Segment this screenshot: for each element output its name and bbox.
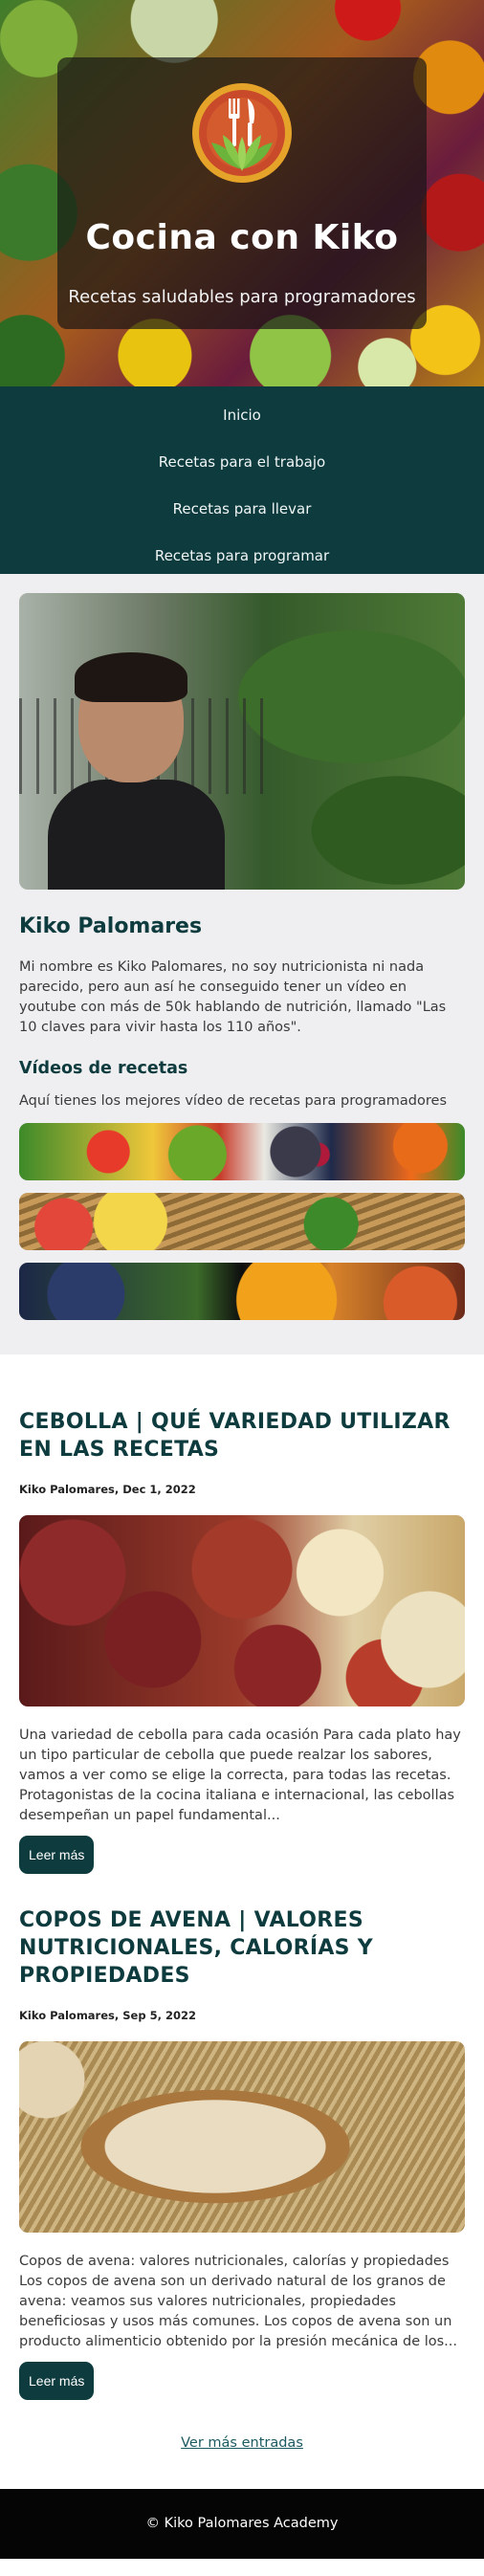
post-excerpt: Una variedad de cebolla para cada ocasió… xyxy=(19,1728,461,1823)
more-entries-link[interactable]: Ver más entradas xyxy=(181,2435,303,2451)
site-title: Cocina con Kiko xyxy=(85,218,399,257)
post-image[interactable] xyxy=(19,2041,465,2233)
nav-item-recetas-programar[interactable]: Recetas para programar xyxy=(0,533,484,580)
hero-banner: Cocina con Kiko Recetas saludables para … xyxy=(0,0,484,386)
main-nav: Inicio Recetas para el trabajo Recetas p… xyxy=(0,386,484,574)
video-thumbnail[interactable] xyxy=(19,1193,465,1250)
post-title[interactable]: CEBOLLA | QUÉ VARIEDAD UTILIZAR EN LAS R… xyxy=(19,1408,465,1464)
hero-card: Cocina con Kiko Recetas saludables para … xyxy=(57,57,427,329)
fork-knife-leaf-logo xyxy=(192,83,292,183)
video-thumbnail[interactable] xyxy=(19,1263,465,1320)
author-name: Kiko Palomares xyxy=(19,914,203,938)
read-more-button[interactable]: Leer más xyxy=(19,2362,95,2400)
about-section: Kiko Palomares Mi nombre es Kiko Palomar… xyxy=(0,574,484,1354)
nav-item-inicio[interactable]: Inicio xyxy=(0,392,484,439)
footer-copyright: © Kiko Palomares Academy xyxy=(145,2516,339,2531)
videos-description: Aquí tienes los mejores vídeo de recetas… xyxy=(19,1093,448,1109)
post-image[interactable] xyxy=(19,1515,465,1706)
nav-item-recetas-llevar[interactable]: Recetas para llevar xyxy=(0,486,484,533)
author-photo xyxy=(19,593,465,890)
photo-hair xyxy=(75,652,187,702)
post-meta: Kiko Palomares, Dec 1, 2022 xyxy=(19,1483,196,1496)
blog-post: CEBOLLA | QUÉ VARIEDAD UTILIZAR EN LAS R… xyxy=(19,1408,465,1874)
video-thumbnail[interactable] xyxy=(19,1123,465,1180)
photo-body xyxy=(48,780,225,890)
read-more-button[interactable]: Leer más xyxy=(19,1836,95,1874)
post-meta: Kiko Palomares, Sep 5, 2022 xyxy=(19,2009,196,2022)
blog-posts: CEBOLLA | QUÉ VARIEDAD UTILIZAR EN LAS R… xyxy=(0,1354,484,2489)
author-bio: Mi nombre es Kiko Palomares, no soy nutr… xyxy=(19,959,447,1035)
more-entries: Ver más entradas xyxy=(19,2433,465,2451)
blog-post: COPOS DE AVENA | VALORES NUTRICIONALES, … xyxy=(19,1906,465,2400)
nav-item-recetas-trabajo[interactable]: Recetas para el trabajo xyxy=(0,439,484,486)
site-subtitle: Recetas saludables para programadores xyxy=(68,287,416,307)
post-excerpt: Copos de avena: valores nutricionales, c… xyxy=(19,2254,458,2349)
post-title[interactable]: COPOS DE AVENA | VALORES NUTRICIONALES, … xyxy=(19,1906,465,1990)
videos-heading: Vídeos de recetas xyxy=(19,1059,188,1078)
footer: © Kiko Palomares Academy xyxy=(0,2489,484,2559)
